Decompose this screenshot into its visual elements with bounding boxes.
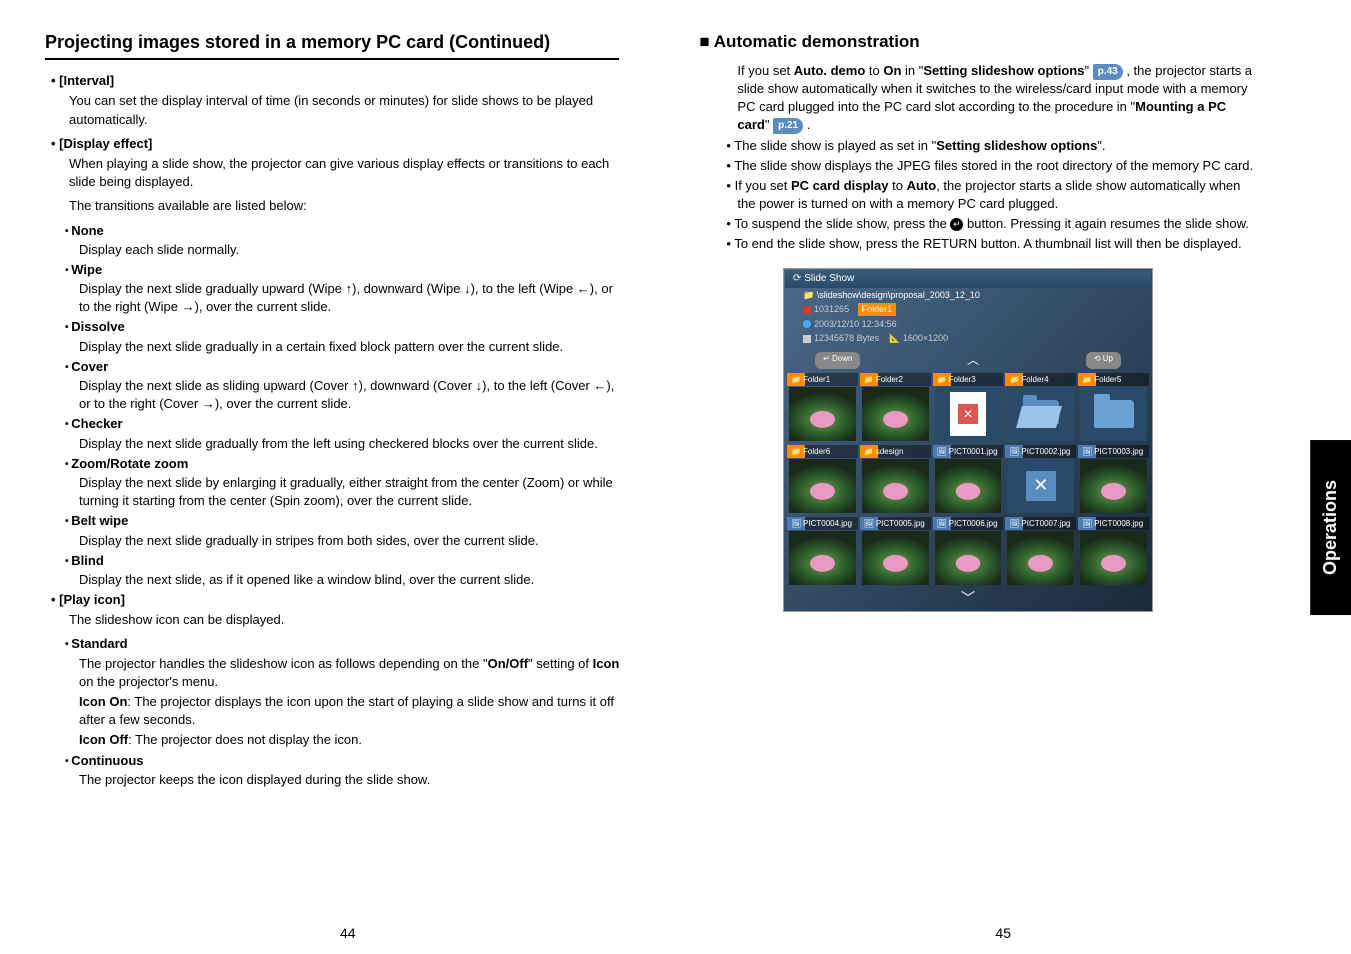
- effect-cover: Cover: [75, 358, 619, 376]
- left-page: Projecting images stored in a memory PC …: [45, 30, 649, 934]
- thumb-image: [789, 531, 856, 585]
- page-ref-21: p.21: [773, 118, 803, 134]
- document-spread: Projecting images stored in a memory PC …: [0, 0, 1351, 954]
- ss-label: 🖼PICT0005.jpg: [860, 517, 931, 530]
- text-playicon-intro: The slideshow icon can be displayed.: [69, 611, 619, 629]
- text-interval: You can set the display interval of time…: [69, 92, 619, 128]
- ss-grid: 📁Folder1 📁Folder2 📁Folder3 📁Folder4 📁Fol…: [785, 373, 1151, 587]
- effect-zoom: Zoom/Rotate zoom: [75, 455, 619, 473]
- bullet-1: The slide show is played as set in "Sett…: [737, 137, 1256, 155]
- ss-date: 2003/12/10 12:34:56: [803, 317, 1133, 332]
- ss-path: 📁 \slideshow\design\proposal_2003_12_10: [803, 288, 1133, 303]
- heading-display-effect: [Display effect]: [63, 135, 619, 153]
- playicon-continuous-desc: The projector keeps the icon displayed d…: [79, 771, 619, 789]
- thumb-image: [935, 459, 1002, 513]
- ss-label: 🖼PICT0004.jpg: [787, 517, 858, 530]
- auto-demo-para: If you set Auto. demo to On in "Setting …: [737, 62, 1256, 135]
- heading-interval: [Interval]: [63, 72, 619, 90]
- heading-playicon: [Play icon]: [63, 591, 619, 609]
- effect-wipe: Wipe: [75, 261, 619, 279]
- ss-label: 🖼PICT0001.jpg: [933, 445, 1004, 458]
- ss-meta: 12345678 Bytes 📐 1600×1200: [803, 331, 1133, 346]
- effect-dissolve-desc: Display the next slide gradually in a ce…: [79, 338, 619, 356]
- effect-belt-desc: Display the next slide gradually in stri…: [79, 532, 619, 550]
- icon-off-row: Icon Off: The projector does not display…: [79, 731, 619, 749]
- effect-checker: Checker: [75, 415, 619, 433]
- effect-none-desc: Display each slide normally.: [79, 241, 619, 259]
- bullet-2: The slide show displays the JPEG files s…: [737, 157, 1256, 175]
- thumb-image: [862, 531, 929, 585]
- ss-title-bar: ⟳ Slide Show: [785, 270, 1151, 288]
- thumb-image: [862, 459, 929, 513]
- playicon-standard: Standard: [75, 635, 619, 653]
- ss-label: 🖼PICT0003.jpg: [1078, 445, 1149, 458]
- screenshot-slideshow: ⟳ Slide Show 📁 \slideshow\design\proposa…: [783, 268, 1153, 613]
- heading-auto-demo: Automatic demonstration: [719, 30, 1256, 54]
- ss-label: 📁Folder2: [860, 373, 931, 386]
- thumb-image: [789, 459, 856, 513]
- ss-label: 🖼PICT0002.jpg: [1005, 445, 1076, 458]
- thumb-image: [935, 531, 1002, 585]
- page-title: Projecting images stored in a memory PC …: [45, 30, 619, 60]
- page-number-right: 45: [995, 924, 1011, 944]
- ss-label: 📁Folder3: [933, 373, 1004, 386]
- thumb-image: [789, 387, 856, 441]
- effect-none: None: [75, 222, 619, 240]
- right-page: Automatic demonstration If you set Auto.…: [649, 30, 1266, 934]
- thumb-image: [1080, 531, 1147, 585]
- icon-on-row: Icon On: The projector displays the icon…: [79, 693, 619, 729]
- thumb-image: [1007, 531, 1074, 585]
- ss-label: 📁Folder5: [1078, 373, 1149, 386]
- ss-label: 📁Folder4: [1005, 373, 1076, 386]
- ss-label: 📁sdesign: [860, 445, 931, 458]
- effect-wipe-desc: Display the next slide gradually upward …: [79, 280, 619, 316]
- ss-arrow-down-icon: ﹀: [785, 587, 1151, 611]
- effect-checker-desc: Display the next slide gradually from th…: [79, 435, 619, 453]
- text-effect-intro1: When playing a slide show, the projector…: [69, 155, 619, 191]
- effect-cover-desc: Display the next slide as sliding upward…: [79, 377, 619, 413]
- enter-icon: ↵: [950, 218, 963, 231]
- ss-btn-down: ↵ Down: [815, 352, 860, 369]
- page-ref-43: p.43: [1093, 64, 1123, 80]
- effect-zoom-desc: Display the next slide by enlarging it g…: [79, 474, 619, 510]
- effect-blind-desc: Display the next slide, as if it opened …: [79, 571, 619, 589]
- thumb-image: [862, 387, 929, 441]
- playicon-continuous: Continuous: [75, 752, 619, 770]
- bullet-5: To end the slide show, press the RETURN …: [737, 235, 1256, 253]
- folder-open-icon: [1019, 400, 1063, 428]
- thumb-image: [1080, 459, 1147, 513]
- file-error-icon: [950, 392, 986, 436]
- effect-blind: Blind: [75, 552, 619, 570]
- page-number-left: 44: [340, 924, 356, 944]
- ss-label: 📁Folder1: [787, 373, 858, 386]
- side-tab-operations: Operations: [1310, 440, 1351, 615]
- ss-label: 🖼PICT0007.jpg: [1005, 517, 1076, 530]
- ss-btn-up: ⟲ Up: [1086, 352, 1121, 369]
- folder-icon: [1094, 400, 1134, 428]
- effect-dissolve: Dissolve: [75, 318, 619, 336]
- image-error-icon: ✕: [1026, 471, 1056, 501]
- effect-belt: Belt wipe: [75, 512, 619, 530]
- ss-label: 📁Folder6: [787, 445, 858, 458]
- playicon-standard-desc: The projector handles the slideshow icon…: [79, 655, 619, 691]
- ss-label: 🖼PICT0008.jpg: [1078, 517, 1149, 530]
- ss-tag-row: 1031265 Folder1: [803, 302, 1133, 317]
- bullet-4: To suspend the slide show, press the ↵ b…: [737, 215, 1256, 233]
- text-effect-intro2: The transitions available are listed bel…: [69, 197, 619, 215]
- ss-arrow-up-icon: ︿: [967, 352, 979, 369]
- bullet-3: If you set PC card display to Auto, the …: [737, 177, 1256, 213]
- ss-label: 🖼PICT0006.jpg: [933, 517, 1004, 530]
